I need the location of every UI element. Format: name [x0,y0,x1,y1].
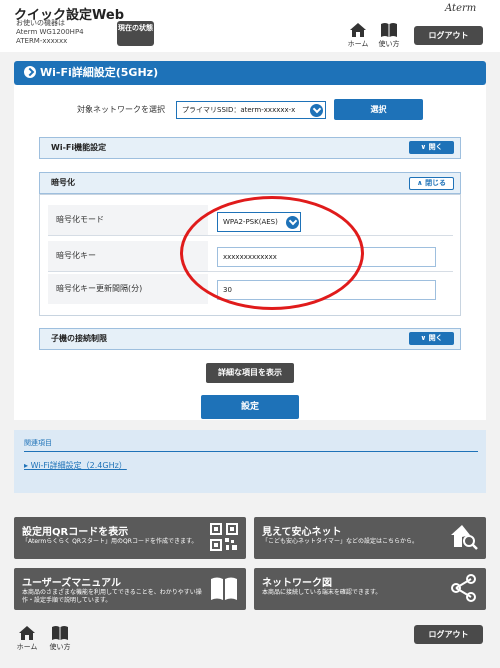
section-child-limit: 子機の接続制限 [39,328,461,350]
tile-title: 見えて安心ネット [262,527,342,538]
tile-users-manual[interactable]: ユーザーズマニュアル 本商品のさまざまな機能を利用してできることを、わかりやすい… [14,568,246,610]
tile-title: 設定用QRコードを表示 [22,527,129,538]
tile-qr-code[interactable]: 設定用QRコードを表示 「Atermらくらく QRスタート」用のQRコードを作成… [14,517,246,559]
section-title: Wi-Fi機能設定 [51,143,107,152]
home-icon [350,23,366,37]
help-button[interactable]: 使い方 [374,22,404,50]
footer-home-button[interactable]: ホーム [13,625,41,651]
tile-title: ネットワーク図 [262,578,332,589]
save-button[interactable]: 設定 [201,395,299,419]
section-title: 暗号化 [51,178,75,187]
toggle-label: 開く [428,334,443,342]
related-items: 関連項目 ▸ Wi-Fi詳細設定（2.4GHz） [14,430,486,493]
network-select-value: プライマリSSID：aterm-xxxxxx-x [182,106,296,114]
current-status-button[interactable]: 現在の状態 [117,21,154,46]
page-title-bar: Wi-Fi詳細設定(5GHz) [14,61,486,85]
highlight-circle [180,196,364,310]
section-encryption: 暗号化 [39,172,461,194]
footer-logout-button[interactable]: ログアウト [414,625,483,644]
related-title: 関連項目 [24,439,52,447]
tile-desc: 本商品に接続している端末を確認できます。 [262,589,382,596]
encryption-mode-label: 暗号化モード [48,205,208,235]
book-icon [211,577,237,600]
wifi-function-open-button[interactable]: ∨ 開く [409,141,454,154]
page-title: Wi-Fi詳細設定(5GHz) [40,66,159,79]
chevron-down-icon[interactable] [310,104,323,117]
tile-safe-net[interactable]: 見えて安心ネット 「こども安心ネットタイマー」などの設定はこちらから。 [254,517,486,559]
encryption-close-button[interactable]: ∧ 閉じる [409,177,454,190]
network-icon [451,574,476,602]
header: クイック設定Web お使いの機器は Aterm WG1200HP4 ATERM-… [0,0,500,52]
tile-desc: 「Atermらくらく QRスタート」用のQRコードを作成できます。 [22,538,198,545]
brand-logo: Aterm [445,3,477,14]
network-select[interactable]: プライマリSSID：aterm-xxxxxx-x [176,101,326,119]
network-select-label: 対象ネットワークを選択 [77,105,165,114]
house-search-icon [451,525,478,550]
home-label: ホーム [347,40,369,48]
tile-desc: 本商品のさまざまな機能を利用してできることを、わかりやすい操作・設定手順で説明し… [22,589,202,604]
home-label: ホーム [16,643,38,651]
toggle-label: 開く [428,143,443,151]
qr-code-icon [210,523,238,551]
logout-button[interactable]: ログアウト [414,26,483,45]
related-link-wifi-24ghz[interactable]: ▸ Wi-Fi詳細設定（2.4GHz） [24,460,127,471]
help-label: 使い方 [378,40,400,48]
book-icon [381,23,397,37]
device-id: ATERM-xxxxxx [16,37,68,45]
select-button[interactable]: 選択 [334,99,423,120]
show-detail-button[interactable]: 詳細な項目を表示 [206,363,294,383]
child-limit-open-button[interactable]: ∨ 開く [409,332,454,345]
key-interval-label: 暗号化キー更新間隔(分) [48,274,208,304]
section-title: 子機の接続制限 [51,334,107,343]
footer-help-button[interactable]: 使い方 [46,625,74,651]
related-link-label: Wi-Fi詳細設定（2.4GHz） [30,461,127,470]
tile-desc: 「こども安心ネットタイマー」などの設定はこちらから。 [262,538,419,545]
book-icon [52,626,68,640]
device-model: Aterm WG1200HP4 [16,28,84,36]
chevron-right-icon [24,66,36,78]
help-label: 使い方 [49,643,71,651]
divider [24,451,478,452]
home-button[interactable]: ホーム [343,22,373,50]
tile-network-map[interactable]: ネットワーク図 本商品に接続している端末を確認できます。 [254,568,486,610]
device-label: お使いの機器は [16,19,65,27]
toggle-label: 閉じる [425,179,447,187]
section-wifi-function: Wi-Fi機能設定 [39,137,461,159]
home-icon [19,626,35,640]
tile-title: ユーザーズマニュアル [22,578,121,589]
